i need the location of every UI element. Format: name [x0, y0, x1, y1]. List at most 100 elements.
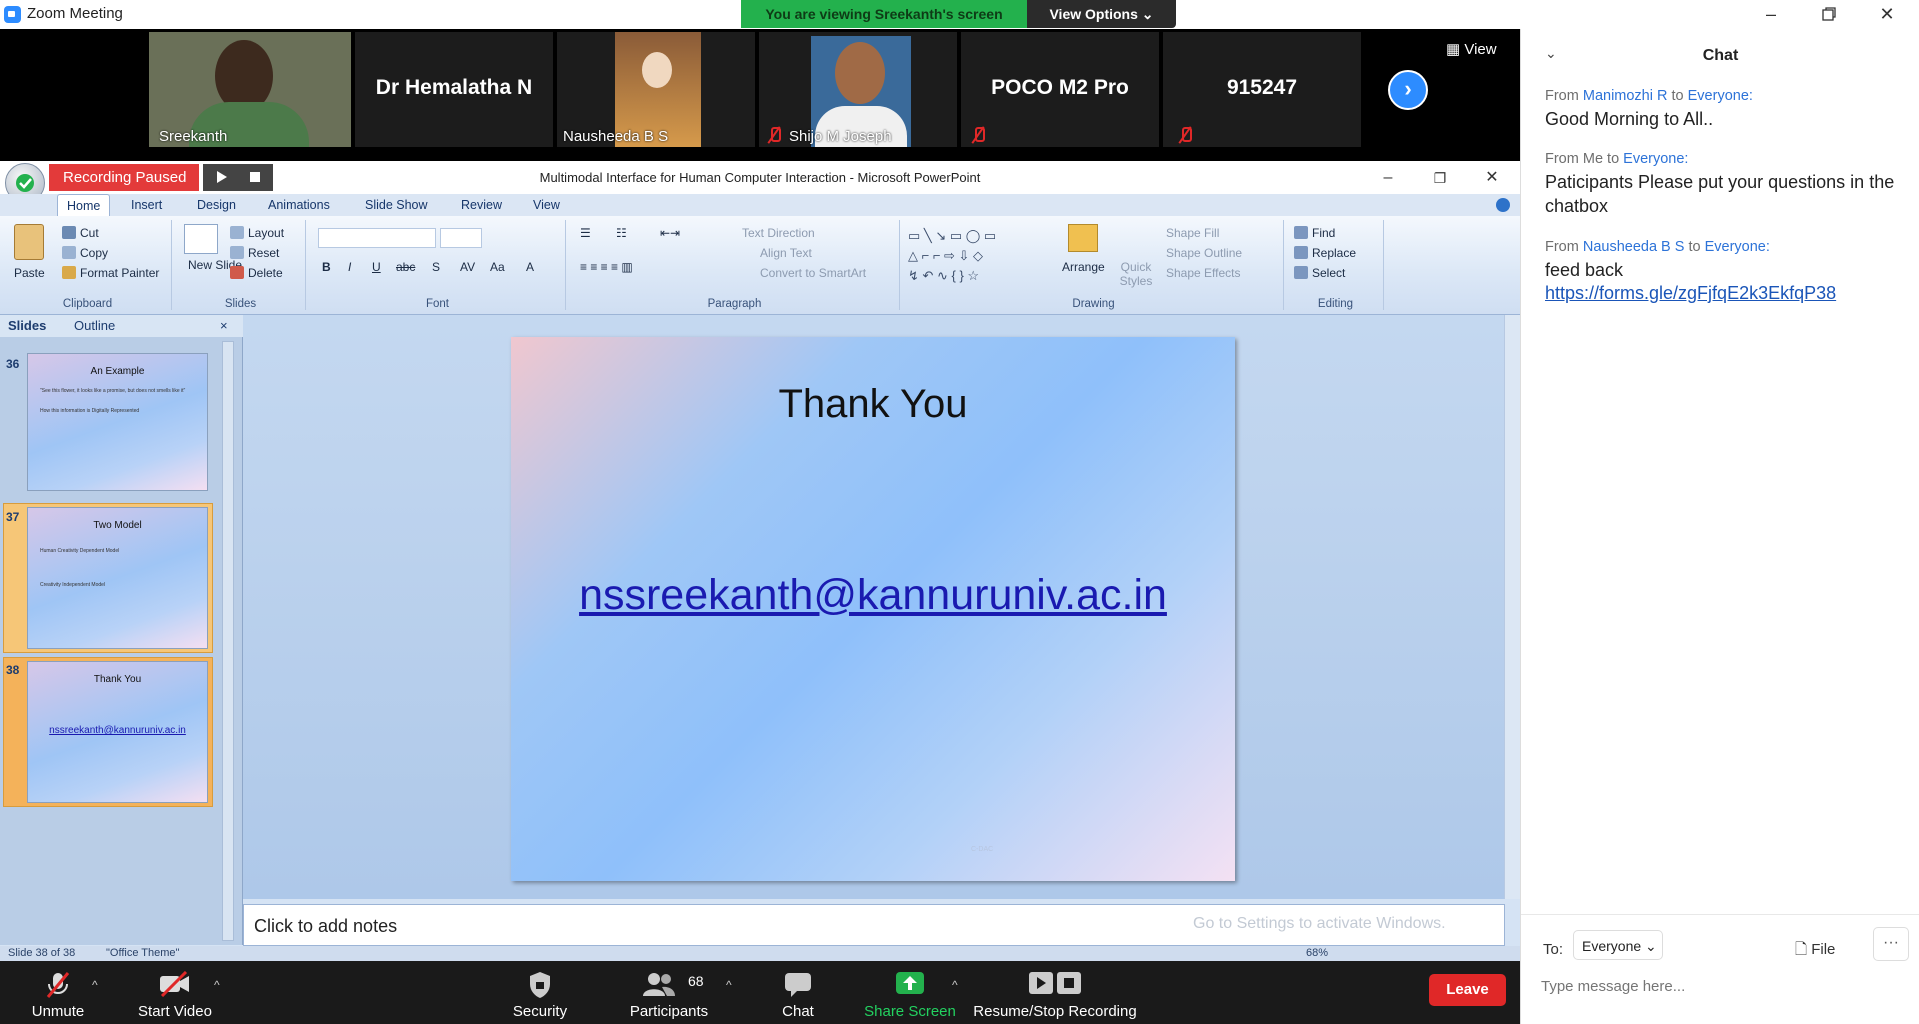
editor-scrollbar[interactable] [1504, 315, 1520, 899]
view-options-button[interactable]: View Options ⌄ [1027, 0, 1176, 28]
text-direction-button[interactable]: Text Direction [742, 226, 815, 240]
tab-home[interactable]: Home [57, 194, 111, 217]
indent-button[interactable]: ⇤⇥ [660, 226, 680, 240]
slide-email-link[interactable]: nssreekanth@kannuruniv.ac.in [511, 571, 1235, 620]
video-options-caret[interactable]: ^ [214, 978, 220, 992]
feedback-form-link[interactable]: https://forms.gle/zgFjfqE2k3EkfqP38 [1545, 283, 1895, 304]
format-painter-button[interactable]: Format Painter [62, 266, 159, 280]
video-tile-hemalatha[interactable]: Dr Hemalatha N [355, 32, 553, 147]
tab-animations[interactable]: Animations [268, 198, 330, 212]
quick-styles-button[interactable]: Quick Styles [1116, 260, 1156, 288]
video-tile-poco[interactable]: POCO M2 Pro [961, 32, 1159, 147]
cut-button[interactable]: Cut [62, 226, 99, 240]
leave-button[interactable]: Leave [1429, 974, 1506, 1006]
find-button[interactable]: Find [1294, 226, 1335, 240]
stop-recording-icon[interactable] [250, 172, 260, 182]
layout-button[interactable]: Layout [230, 226, 284, 240]
replace-button[interactable]: Replace [1294, 246, 1356, 260]
share-options-caret[interactable]: ^ [952, 978, 958, 992]
strikethrough-button[interactable]: abc [396, 260, 415, 274]
panel-scrollbar[interactable] [222, 341, 234, 941]
shadow-button[interactable]: S [432, 260, 440, 274]
tab-insert[interactable]: Insert [131, 198, 162, 212]
slide-thumbnail-38[interactable]: Thank You nssreekanth@kannuruniv.ac.in [27, 661, 208, 803]
convert-smartart-button[interactable]: Convert to SmartArt [760, 266, 866, 280]
video-tile-915247[interactable]: 915247 [1163, 32, 1361, 147]
video-tile-shijo[interactable]: Shijo M Joseph [759, 32, 957, 147]
participants-options-caret[interactable]: ^ [726, 978, 732, 992]
resume-stop-recording-button[interactable]: Resume/Stop Recording [970, 961, 1140, 1024]
arrange-button[interactable]: Arrange [1062, 260, 1105, 274]
font-color-button[interactable]: A [526, 260, 534, 274]
tab-review[interactable]: Review [461, 198, 502, 212]
recipient-name[interactable]: Everyone: [1688, 88, 1753, 104]
new-slide-icon[interactable] [184, 224, 218, 254]
slide-thumbnail-36[interactable]: An Example "See this flower, it looks li… [27, 353, 208, 491]
numbering-button[interactable]: ☷ [616, 226, 627, 240]
current-slide[interactable]: Thank You nssreekanth@kannuruniv.ac.in C… [511, 337, 1235, 881]
recipient-select[interactable]: Everyone ⌄ [1573, 930, 1663, 960]
pp-close-icon[interactable]: ✕ [1472, 166, 1512, 190]
minimize-icon[interactable]: – [1748, 2, 1794, 26]
tab-view[interactable]: View [533, 198, 560, 212]
font-size-box[interactable] [440, 228, 482, 248]
more-options-button[interactable]: ··· [1873, 927, 1909, 961]
chat-message-input[interactable] [1541, 978, 1901, 995]
restore-icon[interactable] [1806, 2, 1852, 26]
reset-button[interactable]: Reset [230, 246, 279, 260]
paste-button[interactable]: Paste [14, 266, 45, 280]
tab-design[interactable]: Design [197, 198, 236, 212]
resume-recording-icon[interactable] [217, 171, 227, 183]
pp-minimize-icon[interactable]: – [1368, 166, 1408, 190]
file-button[interactable]: 🗋 File [1795, 939, 1835, 964]
change-case-button[interactable]: Aa [490, 260, 505, 274]
start-video-button[interactable]: Start Video [130, 961, 220, 1024]
shapes-gallery[interactable]: ▭ ╲ ↘ ▭ ◯ ▭ △ ⌐ ⌐ ⇨ ⇩ ◇ ↯ ↶ ∿ { } ☆ [908, 226, 1056, 288]
audio-options-caret[interactable]: ^ [92, 978, 98, 992]
close-icon[interactable]: ✕ [1864, 2, 1910, 26]
video-tile-nausheeda[interactable]: Nausheeda B S [557, 32, 755, 147]
shape-outline-button[interactable]: Shape Outline [1166, 246, 1242, 260]
share-screen-button[interactable]: Share Screen [858, 961, 962, 1024]
font-name-box[interactable] [318, 228, 436, 248]
security-button[interactable]: Security [500, 961, 580, 1024]
close-panel-icon[interactable]: × [220, 318, 228, 333]
chat-panel: ⌄ Chat From Manimozhi R to Everyone: Goo… [1520, 29, 1919, 1024]
slide-thumbnail-37[interactable]: Two Model Human Creativity Dependent Mod… [27, 507, 208, 649]
shape-fill-button[interactable]: Shape Fill [1166, 226, 1219, 240]
sender-name[interactable]: Manimozhi R [1583, 88, 1668, 104]
zoom-level[interactable]: 68% [1306, 947, 1328, 959]
gallery-view-button[interactable]: ▦ View [1446, 40, 1497, 58]
arrange-icon[interactable] [1068, 224, 1098, 252]
video-tile-sreekanth[interactable]: Sreekanth [149, 32, 351, 147]
participants-button[interactable]: 68 Participants [620, 961, 718, 1024]
tab-slide-show[interactable]: Slide Show [365, 198, 428, 212]
copy-button[interactable]: Copy [62, 246, 108, 260]
paste-icon[interactable] [14, 224, 44, 260]
delete-button[interactable]: Delete [230, 266, 283, 280]
tab-slides[interactable]: Slides [8, 318, 46, 333]
bullets-button[interactable]: ☰ [580, 226, 591, 240]
slide-number: 38 [6, 663, 20, 677]
next-participants-button[interactable]: › [1388, 70, 1428, 110]
align-buttons[interactable]: ≡ ≡ ≡ ≡ ▥ [580, 260, 633, 274]
shape-effects-button[interactable]: Shape Effects [1166, 266, 1241, 280]
recipient-name[interactable]: Everyone: [1705, 239, 1770, 255]
scissors-icon [62, 226, 76, 239]
select-button[interactable]: Select [1294, 266, 1345, 280]
sender-name[interactable]: Nausheeda B S [1583, 239, 1685, 255]
help-icon[interactable] [1496, 198, 1510, 212]
chat-button[interactable]: Chat [768, 961, 828, 1024]
char-spacing-button[interactable]: AV [460, 260, 475, 274]
bold-button[interactable]: B [322, 260, 331, 274]
italic-button[interactable]: I [348, 260, 351, 274]
tab-outline[interactable]: Outline [74, 318, 115, 333]
unmute-button[interactable]: Unmute [18, 961, 98, 1024]
paragraph-group: ☰ ☷ ⇤⇥ Text Direction Align Text Convert… [570, 220, 900, 310]
pp-restore-icon[interactable]: ❐ [1420, 166, 1460, 190]
delete-icon [230, 266, 244, 279]
underline-button[interactable]: U [372, 260, 381, 274]
slide-title[interactable]: Thank You [511, 382, 1235, 427]
recipient-name[interactable]: Everyone: [1623, 151, 1688, 167]
align-text-button[interactable]: Align Text [760, 246, 812, 260]
